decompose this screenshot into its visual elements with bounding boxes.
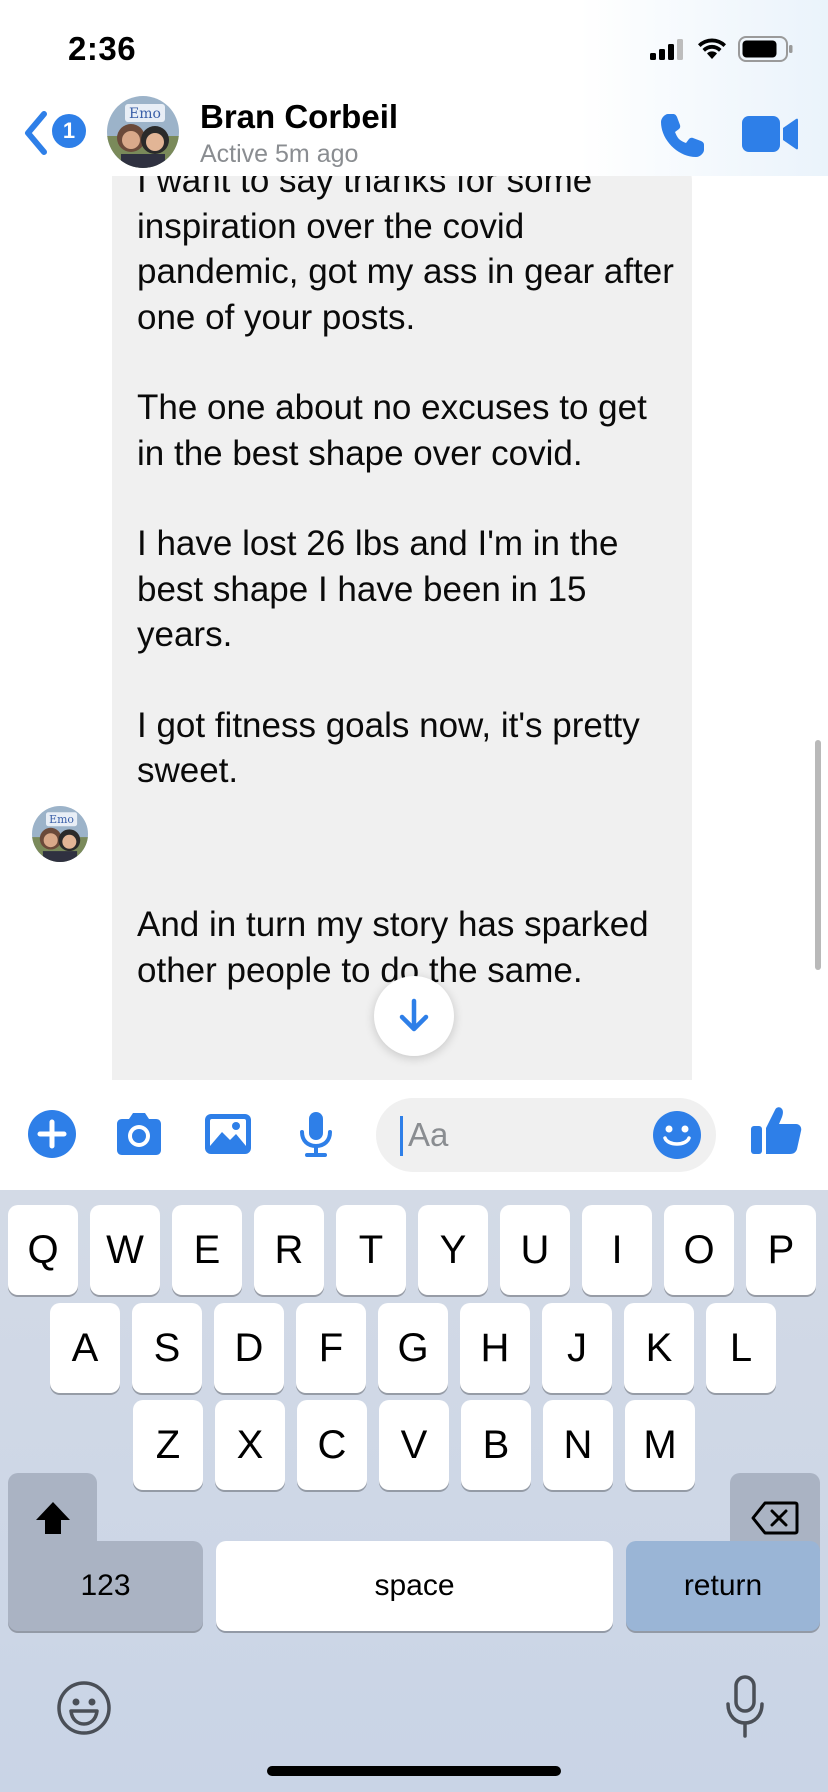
home-indicator[interactable]: [267, 1766, 561, 1776]
message-thread[interactable]: I want to say thanks for some inspiratio…: [0, 176, 828, 1080]
message-paragraph: I have lost 26 lbs and I'm in the best s…: [137, 524, 619, 654]
gallery-button[interactable]: [202, 1108, 254, 1160]
microphone-icon: [726, 1675, 764, 1738]
emoji-picker-button[interactable]: [652, 1110, 702, 1160]
key-v[interactable]: V: [379, 1400, 449, 1490]
return-key[interactable]: return: [626, 1541, 820, 1631]
status-bar: 2:36: [0, 0, 828, 98]
gallery-icon: [205, 1114, 251, 1154]
key-z[interactable]: Z: [133, 1400, 203, 1490]
shift-arrow-icon: [35, 1502, 70, 1534]
key-r[interactable]: R: [254, 1205, 324, 1295]
key-p[interactable]: P: [746, 1205, 816, 1295]
camera-button[interactable]: [112, 1108, 164, 1160]
video-camera-icon: [742, 116, 798, 152]
microphone-icon: [300, 1112, 332, 1157]
more-actions-button[interactable]: [26, 1108, 78, 1160]
unread-count-badge: 1: [52, 114, 86, 148]
thumbs-up-icon: [751, 1107, 802, 1154]
key-i[interactable]: I: [582, 1205, 652, 1295]
key-b[interactable]: B: [461, 1400, 531, 1490]
voice-clip-button[interactable]: [290, 1108, 342, 1160]
key-k[interactable]: K: [624, 1303, 694, 1393]
key-h[interactable]: H: [460, 1303, 530, 1393]
chevron-left-icon: [25, 111, 47, 155]
key-m[interactable]: M: [625, 1400, 695, 1490]
scroll-to-bottom-button[interactable]: [374, 976, 454, 1056]
svg-text:Emo: Emo: [49, 813, 74, 826]
key-y[interactable]: Y: [418, 1205, 488, 1295]
camera-icon: [117, 1113, 161, 1155]
back-button[interactable]: 1: [22, 108, 88, 158]
key-x[interactable]: X: [215, 1400, 285, 1490]
key-a[interactable]: A: [50, 1303, 120, 1393]
scrollbar[interactable]: [815, 740, 821, 970]
key-w[interactable]: W: [90, 1205, 160, 1295]
dictation-button[interactable]: [720, 1674, 770, 1740]
message-paragraph: I want to say thanks for some inspiratio…: [137, 176, 674, 337]
key-c[interactable]: C: [297, 1400, 367, 1490]
emoji-icon: [653, 1111, 701, 1159]
message-composer: Aa: [0, 1080, 828, 1190]
avatar-photo-icon: Emo: [32, 806, 88, 862]
like-button[interactable]: [748, 1102, 802, 1154]
phone-icon: [661, 114, 704, 157]
emoji-keyboard-button[interactable]: [54, 1678, 114, 1738]
onscreen-keyboard: QWERTYUIOP ASDFGHJKL ZXCVBNM 123 space r…: [0, 1190, 828, 1792]
numbers-key[interactable]: 123: [8, 1541, 203, 1631]
video-call-button[interactable]: [740, 112, 800, 156]
contact-name[interactable]: Bran Corbeil: [200, 98, 398, 136]
sender-avatar[interactable]: Emo: [32, 806, 88, 862]
wifi-icon: [698, 38, 726, 59]
key-j[interactable]: J: [542, 1303, 612, 1393]
audio-call-button[interactable]: [656, 110, 708, 162]
status-time: 2:36: [68, 30, 137, 67]
plus-icon: [28, 1110, 76, 1158]
key-t[interactable]: T: [336, 1205, 406, 1295]
key-l[interactable]: L: [706, 1303, 776, 1393]
message-input[interactable]: Aa: [376, 1098, 716, 1172]
chat-header: 1 Emo Bran Corbeil Active 5m ago: [0, 90, 828, 176]
message-paragraph: I got fitness goals now, it's pretty swe…: [137, 705, 640, 791]
status-icons: [650, 36, 794, 62]
emoji-icon: [57, 1681, 111, 1735]
contact-active-status: Active 5m ago: [200, 140, 359, 168]
key-u[interactable]: U: [500, 1205, 570, 1295]
key-n[interactable]: N: [543, 1400, 613, 1490]
avatar-photo-icon: Emo: [107, 96, 179, 168]
svg-text:Emo: Emo: [129, 106, 161, 122]
contact-avatar[interactable]: Emo: [107, 96, 179, 168]
message-text: I want to say thanks for some inspiratio…: [137, 176, 677, 794]
key-s[interactable]: S: [132, 1303, 202, 1393]
key-o[interactable]: O: [664, 1205, 734, 1295]
space-key[interactable]: space: [216, 1541, 613, 1631]
key-g[interactable]: G: [378, 1303, 448, 1393]
key-f[interactable]: F: [296, 1303, 366, 1393]
backspace-icon: [751, 1501, 799, 1535]
message-paragraph: The one about no excuses to get in the b…: [137, 388, 647, 473]
message-input-placeholder: Aa: [408, 1116, 449, 1153]
arrow-down-icon: [399, 998, 429, 1032]
key-q[interactable]: Q: [8, 1205, 78, 1295]
key-e[interactable]: E: [172, 1205, 242, 1295]
cellular-signal-icon: [650, 39, 683, 60]
key-d[interactable]: D: [214, 1303, 284, 1393]
battery-icon: [738, 36, 793, 62]
text-caret: [400, 1116, 403, 1156]
